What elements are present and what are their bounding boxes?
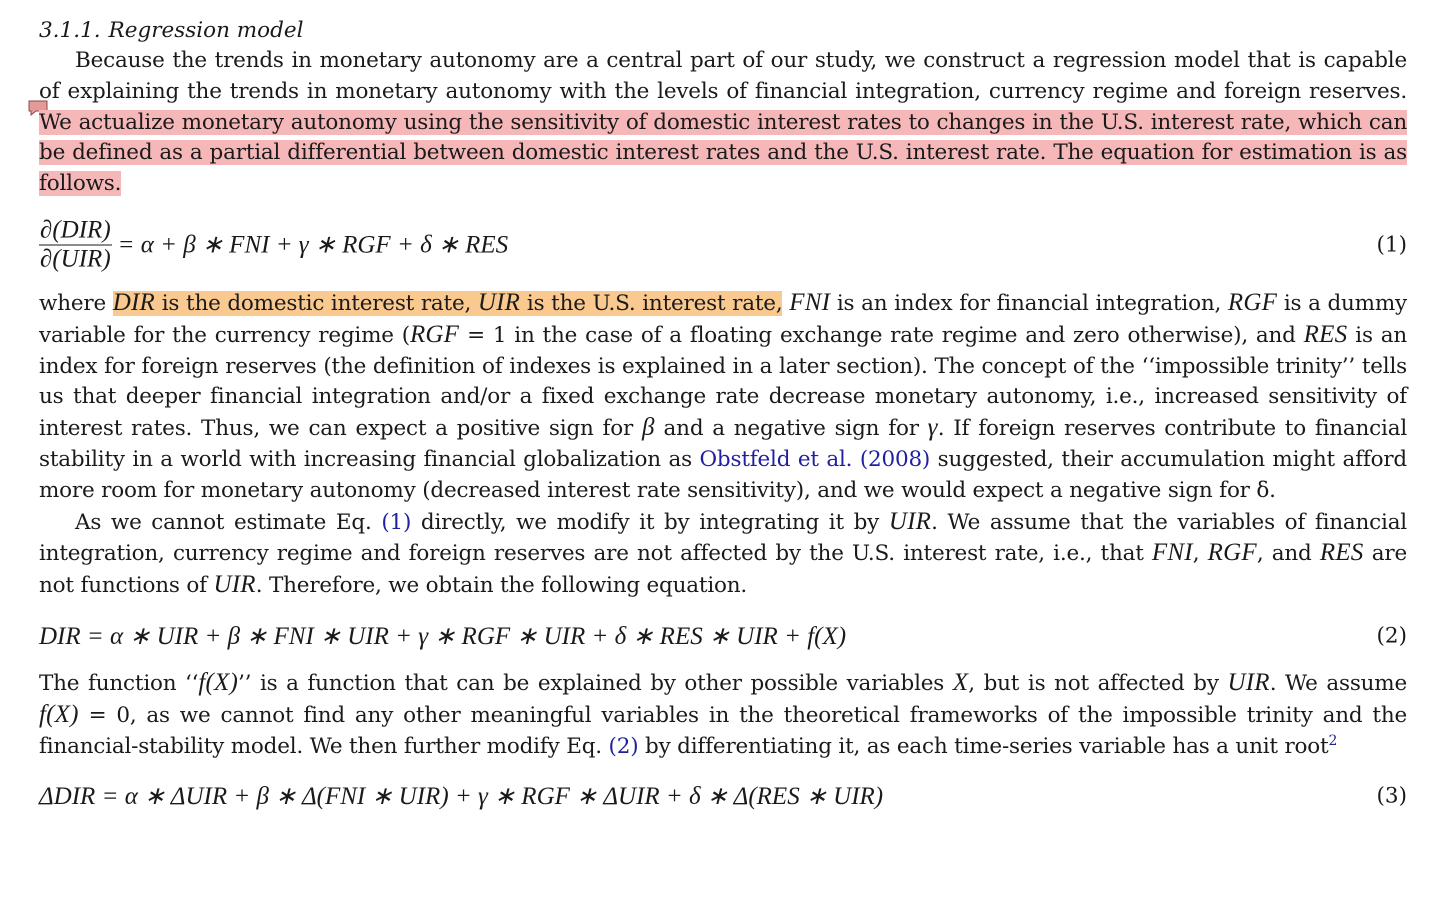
text: and a negative sign for	[654, 416, 928, 442]
var-beta: β	[642, 414, 655, 442]
text: . We assume	[1269, 670, 1408, 696]
equation-3: ΔDIR = α ∗ ΔUIR + β ∗ Δ(FNI ∗ UIR) + γ ∗…	[39, 776, 1407, 816]
var-fni: FNI	[789, 288, 831, 316]
highlight-red[interactable]: We actualize monetary autonomy using the…	[39, 109, 1407, 197]
paper-page: 3.1.1. Regression model Because the trend…	[39, 16, 1407, 828]
var-uir: UIR	[213, 571, 256, 599]
var-uir: UIR	[1227, 668, 1270, 696]
text: is an index for financial integration,	[830, 290, 1228, 316]
equation-1-numerator: ∂(DIR)	[39, 216, 112, 246]
paragraph-1: Because the trends in monetary autonomy …	[39, 46, 1407, 200]
var-rgf: RGF	[1207, 539, 1257, 567]
var-res: RES	[1319, 539, 1364, 567]
var-dir: DIR	[112, 288, 155, 316]
equation-1-fraction: ∂(DIR) ∂(UIR)	[39, 216, 112, 273]
equation-ref-2-link[interactable]: (2)	[609, 734, 639, 759]
section-heading: 3.1.1. Regression model	[39, 16, 1407, 46]
var-uir: UIR	[888, 507, 932, 535]
var-rgf: RGF	[1227, 288, 1278, 316]
text: is the U.S. interest rate,	[520, 290, 783, 316]
var-uir: UIR	[477, 288, 521, 316]
text: where	[39, 290, 113, 316]
text: The function ‘‘	[39, 670, 199, 696]
var-fx: f(X)	[198, 668, 238, 696]
var-gamma: γ	[927, 414, 938, 442]
highlight-orange[interactable]: DIR is the domestic interest rate, UIR i…	[112, 288, 783, 316]
citation-link-obstfeld[interactable]: Obstfeld et al. (2008)	[700, 447, 931, 472]
equation-1: ∂(DIR) ∂(UIR) = α + β ∗ FNI + γ ∗ RGF + …	[39, 214, 1407, 276]
text: , and	[1256, 541, 1320, 567]
text: As we cannot estimate Eq.	[75, 509, 382, 535]
equation-2-expression: DIR = α ∗ UIR + β ∗ FNI ∗ UIR + γ ∗ RGF …	[39, 622, 847, 650]
equation-3-expression: ΔDIR = α ∗ ΔUIR + β ∗ Δ(FNI ∗ UIR) + γ ∗…	[39, 783, 884, 811]
var-fni: FNI	[1151, 539, 1193, 567]
equation-ref-1-link[interactable]: (1)	[381, 510, 411, 535]
paragraph-1-text: Because the trends in monetary autonomy …	[39, 48, 1407, 104]
equation-1-number: (1)	[1376, 232, 1407, 258]
equation-3-number: (3)	[1376, 783, 1407, 809]
text: . Therefore, we obtain the following equ…	[255, 573, 748, 599]
text: = 1 in the case of a floating exchange r…	[459, 322, 1304, 348]
var-res: RES	[1303, 320, 1348, 348]
text: directly, we modify it by integrating it…	[411, 509, 889, 535]
text: ’’ is a function that can be explained b…	[238, 670, 953, 696]
equation-1-denominator: ∂(UIR)	[40, 245, 111, 273]
equation-1-rhs: = α + β ∗ FNI + γ ∗ RGF + δ ∗ RES	[117, 231, 509, 259]
paragraph-3: As we cannot estimate Eq. (1) directly, …	[39, 507, 1407, 602]
var-rgf: RGF	[409, 320, 460, 348]
equation-2: DIR = α ∗ UIR + β ∗ FNI ∗ UIR + γ ∗ RGF …	[39, 616, 1407, 656]
text: by differentiating it, as each time-seri…	[638, 733, 1329, 759]
var-fx: f(X)	[39, 700, 79, 728]
footnote-2-link[interactable]: 2	[1329, 732, 1338, 748]
text: , but is not affected by	[968, 670, 1228, 696]
var-x: X	[952, 668, 969, 696]
text: ,	[1192, 541, 1208, 567]
section-title: Regression model	[108, 18, 304, 43]
paragraph-2: where DIR is the domestic interest rate,…	[39, 288, 1407, 507]
equation-2-number: (2)	[1376, 623, 1407, 649]
section-number: 3.1.1.	[39, 18, 101, 43]
paragraph-4: The function ‘‘f(X)’’ is a function that…	[39, 668, 1407, 762]
text: is the domestic interest rate,	[155, 290, 478, 316]
